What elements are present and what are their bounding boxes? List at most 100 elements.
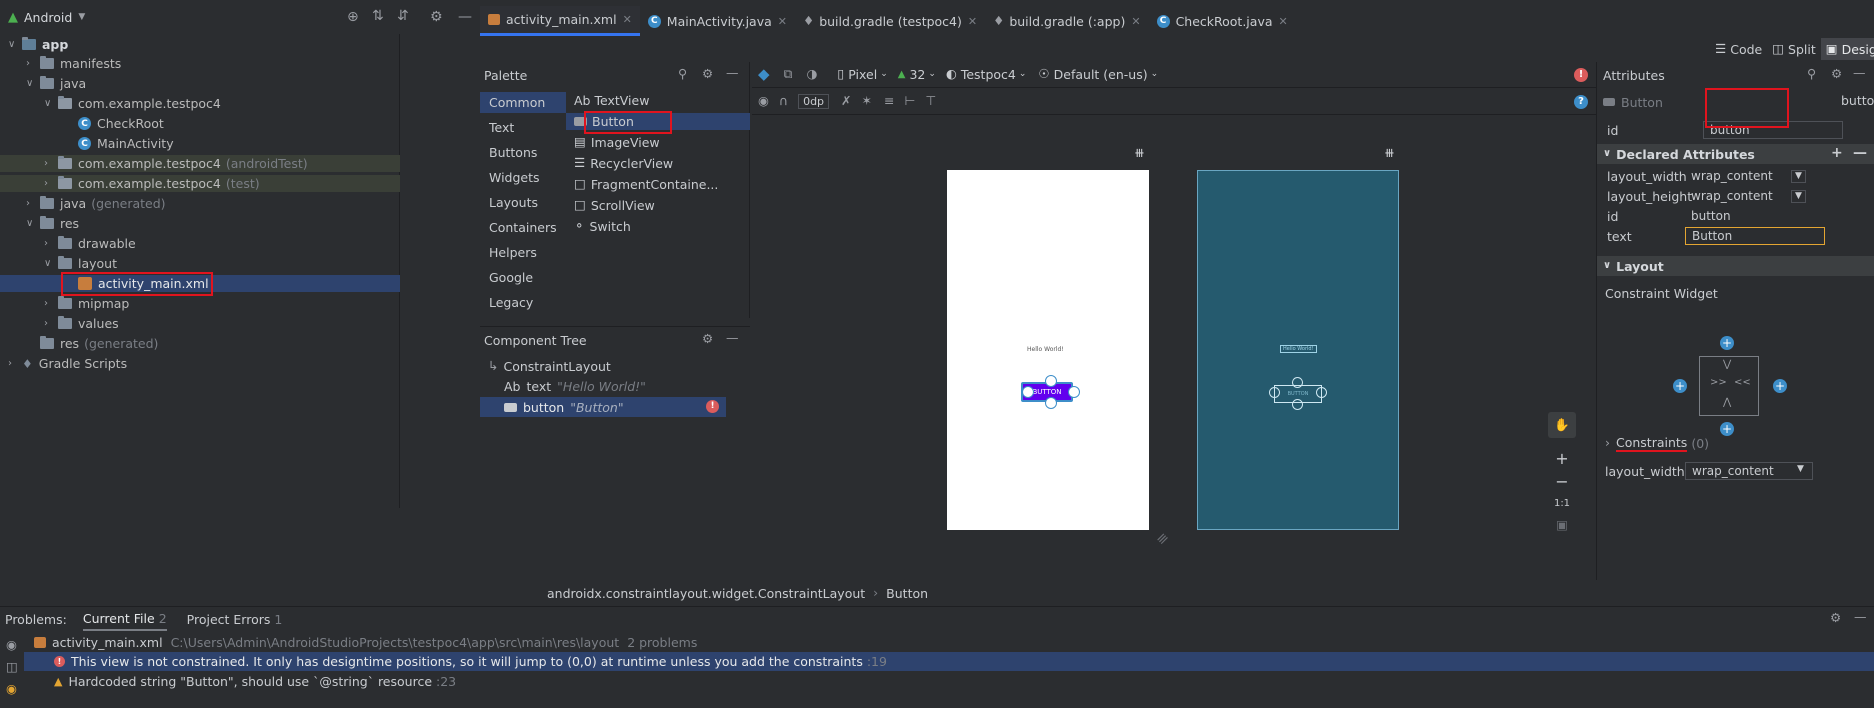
breadcrumb-item[interactable]: Button bbox=[886, 586, 928, 601]
minimize-icon[interactable]: — bbox=[1854, 610, 1867, 624]
zoom-out-button[interactable]: − bbox=[1548, 470, 1576, 492]
minimize-icon[interactable]: — bbox=[458, 10, 472, 24]
hello-text-blueprint[interactable]: Hello World! bbox=[1280, 345, 1317, 353]
infer-constraints-icon[interactable]: ✶ bbox=[862, 95, 872, 108]
clear-constraints-icon[interactable]: ✗ bbox=[841, 95, 851, 108]
gear-icon[interactable]: ⚙ bbox=[1830, 611, 1841, 625]
device-select[interactable]: ▯ Pixel ⌄ bbox=[837, 67, 887, 82]
expand-all-icon[interactable]: ⇅ bbox=[372, 9, 384, 23]
palette-item-recyclerview[interactable]: ☰ RecyclerView bbox=[566, 155, 673, 172]
palette-item-fragmentcontainer[interactable]: □ FragmentContaine... bbox=[566, 176, 718, 193]
gear-icon[interactable]: ⚙ bbox=[430, 10, 443, 24]
add-top-constraint-icon[interactable]: + bbox=[1720, 336, 1734, 350]
attr-value[interactable]: wrap_content bbox=[1685, 187, 1803, 205]
tab-activity-main[interactable]: activity_main.xml ✕ bbox=[480, 6, 640, 36]
layout-section-header[interactable]: ∨ Layout bbox=[1597, 256, 1874, 276]
minimize-icon[interactable]: — bbox=[726, 331, 739, 345]
component-tree-root[interactable]: ↳ ConstraintLayout bbox=[488, 357, 611, 375]
add-icon[interactable]: + bbox=[1831, 146, 1843, 160]
guidelines-icon[interactable]: ≡ bbox=[884, 95, 894, 108]
baseline-icon[interactable]: ⊤ bbox=[925, 95, 936, 108]
search-icon[interactable]: ⚲ bbox=[1807, 67, 1816, 81]
chevron-down-icon[interactable]: ∨ bbox=[26, 218, 40, 229]
orientation-icon[interactable]: ⧉ bbox=[784, 68, 793, 81]
text-attr-input[interactable]: Button bbox=[1685, 227, 1825, 245]
pin-icon[interactable]: ⧻ bbox=[1134, 147, 1145, 160]
constraint-handle[interactable] bbox=[1316, 387, 1327, 398]
split-mode-button[interactable]: ◫ Split bbox=[1767, 42, 1821, 57]
zoom-fit-button[interactable]: ▣ bbox=[1548, 514, 1576, 536]
design-view[interactable]: Hello World! BUTTON bbox=[947, 170, 1149, 530]
tab-mainactivity[interactable]: C MainActivity.java ✕ bbox=[640, 6, 795, 36]
pan-button[interactable]: ✋ bbox=[1548, 412, 1576, 438]
add-right-constraint-icon[interactable]: + bbox=[1773, 379, 1787, 393]
theme-select[interactable]: ◐ Testpoc4 ⌄ bbox=[946, 67, 1027, 82]
constraints-row[interactable]: › Constraints (0) bbox=[1605, 434, 1709, 452]
constraint-handle[interactable] bbox=[1045, 375, 1057, 387]
tab-project-errors[interactable]: Project Errors 1 bbox=[187, 612, 283, 627]
error-icon[interactable]: ! bbox=[706, 400, 719, 413]
design-mode-button[interactable]: ▣ Design bbox=[1820, 38, 1874, 60]
error-icon[interactable]: ! bbox=[1574, 68, 1588, 82]
align-icon[interactable]: ⊢ bbox=[905, 95, 916, 108]
tree-item-mainactivity[interactable]: C MainActivity bbox=[0, 135, 400, 152]
chevron-right-icon[interactable]: › bbox=[44, 318, 58, 329]
chevron-right-icon[interactable]: › bbox=[44, 238, 58, 249]
chevron-right-icon[interactable]: › bbox=[8, 358, 22, 369]
preview-icon[interactable]: ◫ bbox=[6, 660, 18, 674]
chevron-right-icon[interactable]: › bbox=[44, 178, 58, 189]
problem-row[interactable]: ! This view is not constrained. It only … bbox=[24, 652, 1874, 671]
attr-value[interactable]: button bbox=[1685, 207, 1803, 225]
tree-item-res-generated[interactable]: res (generated) bbox=[0, 335, 400, 352]
gear-icon[interactable]: ⚙ bbox=[702, 332, 713, 346]
chevron-down-icon[interactable]: ▼ bbox=[78, 12, 85, 22]
lightbulb-icon[interactable]: ◉ bbox=[6, 682, 17, 696]
attr-value[interactable]: wrap_content bbox=[1685, 462, 1813, 480]
tab-build-gradle-project[interactable]: ♦ build.gradle (testpoc4) ✕ bbox=[795, 6, 985, 36]
code-mode-button[interactable]: ☰ Code bbox=[1710, 42, 1767, 57]
palette-category-legacy[interactable]: Legacy bbox=[480, 292, 566, 313]
constraint-handle[interactable] bbox=[1292, 399, 1303, 410]
constraint-handle[interactable] bbox=[1292, 377, 1303, 388]
tree-item-mipmap[interactable]: › mipmap bbox=[0, 295, 400, 312]
tree-item-package-androidtest[interactable]: › com.example.testpoc4 (androidTest) bbox=[0, 155, 400, 172]
tree-item-res[interactable]: ∨ res bbox=[0, 215, 400, 232]
palette-item-textview[interactable]: Ab TextView bbox=[566, 92, 750, 109]
minimize-icon[interactable]: — bbox=[726, 66, 739, 80]
chevron-right-icon[interactable]: › bbox=[44, 298, 58, 309]
close-icon[interactable]: ✕ bbox=[778, 15, 787, 28]
night-mode-icon[interactable]: ◑ bbox=[806, 68, 817, 81]
api-select[interactable]: ▲ 32 ⌄ bbox=[898, 67, 936, 82]
tree-item-package-test[interactable]: › com.example.testpoc4 (test) bbox=[0, 175, 400, 192]
gear-icon[interactable]: ⚙ bbox=[702, 67, 713, 81]
dropdown-arrow-icon[interactable]: ▼ bbox=[1791, 190, 1806, 203]
zoom-actual-button[interactable]: 1:1 bbox=[1548, 492, 1576, 514]
declared-attributes-header[interactable]: ∨ Declared Attributes + — bbox=[1597, 144, 1874, 164]
attr-value[interactable]: wrap_content bbox=[1685, 167, 1803, 185]
dropdown-arrow-icon[interactable]: ▼ bbox=[1797, 465, 1804, 474]
tree-item-java-generated[interactable]: › java (generated) bbox=[0, 195, 400, 212]
collapse-all-icon[interactable]: ⇵ bbox=[397, 9, 409, 23]
constraint-handle[interactable] bbox=[1068, 386, 1080, 398]
layers-icon[interactable]: ◆ bbox=[758, 67, 770, 82]
tree-item-java[interactable]: ∨ java bbox=[0, 75, 400, 92]
palette-item-scrollview[interactable]: □ ScrollView bbox=[566, 197, 655, 214]
zoom-in-button[interactable]: + bbox=[1548, 446, 1576, 470]
help-icon[interactable]: ? bbox=[1574, 95, 1588, 109]
tree-item-values[interactable]: › values bbox=[0, 315, 400, 332]
remove-icon[interactable]: — bbox=[1853, 146, 1867, 160]
chevron-down-icon[interactable]: ∨ bbox=[8, 39, 22, 50]
problems-file-row[interactable]: activity_main.xml C:\Users\Admin\Android… bbox=[34, 633, 697, 651]
constraint-handle[interactable] bbox=[1022, 386, 1034, 398]
gear-icon[interactable]: ⚙ bbox=[1831, 67, 1842, 81]
add-left-constraint-icon[interactable]: + bbox=[1673, 379, 1687, 393]
default-margin-field[interactable]: 0dp bbox=[798, 94, 830, 109]
chevron-right-icon[interactable]: › bbox=[26, 58, 40, 69]
component-tree-item-button[interactable]: button "Button" ! bbox=[480, 397, 726, 417]
tree-item-gradle-scripts[interactable]: › ♦ Gradle Scripts bbox=[0, 355, 400, 372]
chevron-right-icon[interactable]: › bbox=[26, 198, 40, 209]
project-view-label[interactable]: Android bbox=[24, 10, 72, 25]
palette-item-switch[interactable]: ⚬ Switch bbox=[566, 218, 631, 235]
tree-item-app[interactable]: ∨ app bbox=[0, 36, 400, 53]
chevron-right-icon[interactable]: › bbox=[44, 158, 58, 169]
